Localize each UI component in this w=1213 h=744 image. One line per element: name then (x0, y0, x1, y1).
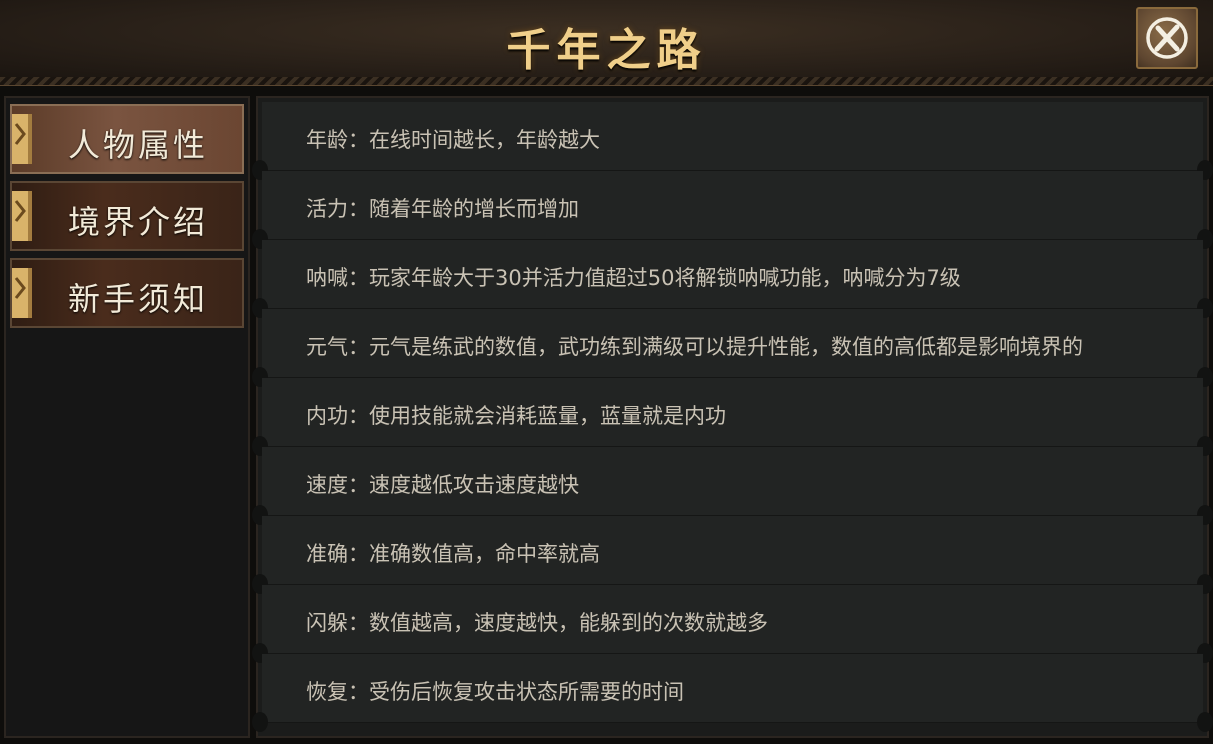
bookmark-marker-icon (12, 191, 32, 241)
bookmark-marker-icon (12, 114, 32, 164)
list-item: 年龄：在线时间越长，年龄越大 (252, 102, 1213, 180)
sidebar-item-label: 新手须知 (68, 280, 209, 318)
attribute-list-panel: 年龄：在线时间越长，年龄越大 活力：随着年龄的增长而增加 呐喊：玩家年龄大于30… (252, 96, 1213, 738)
sidebar: 人物属性 境界介绍 新手须知 (4, 96, 250, 738)
list-item: 呐喊：玩家年龄大于30并活力值超过50将解锁呐喊功能，呐喊分为7级 (252, 240, 1213, 318)
list-item-text: 呐喊：玩家年龄大于30并活力值超过50将解锁呐喊功能，呐喊分为7级 (306, 266, 961, 290)
list-item-text: 年龄：在线时间越长，年龄越大 (306, 128, 600, 152)
list-item: 内功：使用技能就会消耗蓝量，蓝量就是内功 (252, 378, 1213, 456)
list-item-text: 恢复：受伤后恢复攻击状态所需要的时间 (306, 680, 684, 704)
window-title: 千年之路 (506, 25, 707, 76)
close-button[interactable] (1136, 7, 1198, 69)
list-item-text: 元气：元气是练武的数值，武功练到满级可以提升性能，数值的高低都是影响境界的 (306, 335, 1083, 359)
sidebar-item-beginner-notes[interactable]: 新手须知 (10, 258, 244, 328)
sidebar-item-character-attributes[interactable]: 人物属性 (10, 104, 244, 174)
title-bar: 千年之路 (0, 0, 1213, 86)
sidebar-item-label: 人物属性 (68, 126, 209, 164)
list-item-text: 闪躲：数值越高，速度越快，能躲到的次数就越多 (306, 611, 768, 635)
bookmark-marker-icon (12, 268, 32, 318)
list-item-text: 活力：随着年龄的增长而增加 (306, 197, 579, 221)
list-item: 活力：随着年龄的增长而增加 (252, 171, 1213, 249)
list-item: 闪躲：数值越高，速度越快，能躲到的次数就越多 (252, 585, 1213, 663)
attribute-list: 年龄：在线时间越长，年龄越大 活力：随着年龄的增长而增加 呐喊：玩家年龄大于30… (252, 102, 1213, 732)
list-item: 速度：速度越低攻击速度越快 (252, 447, 1213, 525)
close-icon (1146, 17, 1188, 59)
list-item-text: 内功：使用技能就会消耗蓝量，蓝量就是内功 (306, 404, 726, 428)
list-item: 元气：元气是练武的数值，武功练到满级可以提升性能，数值的高低都是影响境界的 (252, 309, 1213, 387)
sidebar-item-label: 境界介绍 (68, 203, 209, 241)
sidebar-item-realm-intro[interactable]: 境界介绍 (10, 181, 244, 251)
list-item-text: 速度：速度越低攻击速度越快 (306, 473, 579, 497)
list-item: 准确：准确数值高，命中率就高 (252, 516, 1213, 594)
list-item-text: 准确：准确数值高，命中率就高 (306, 542, 600, 566)
list-item: 恢复：受伤后恢复攻击状态所需要的时间 (252, 654, 1213, 732)
